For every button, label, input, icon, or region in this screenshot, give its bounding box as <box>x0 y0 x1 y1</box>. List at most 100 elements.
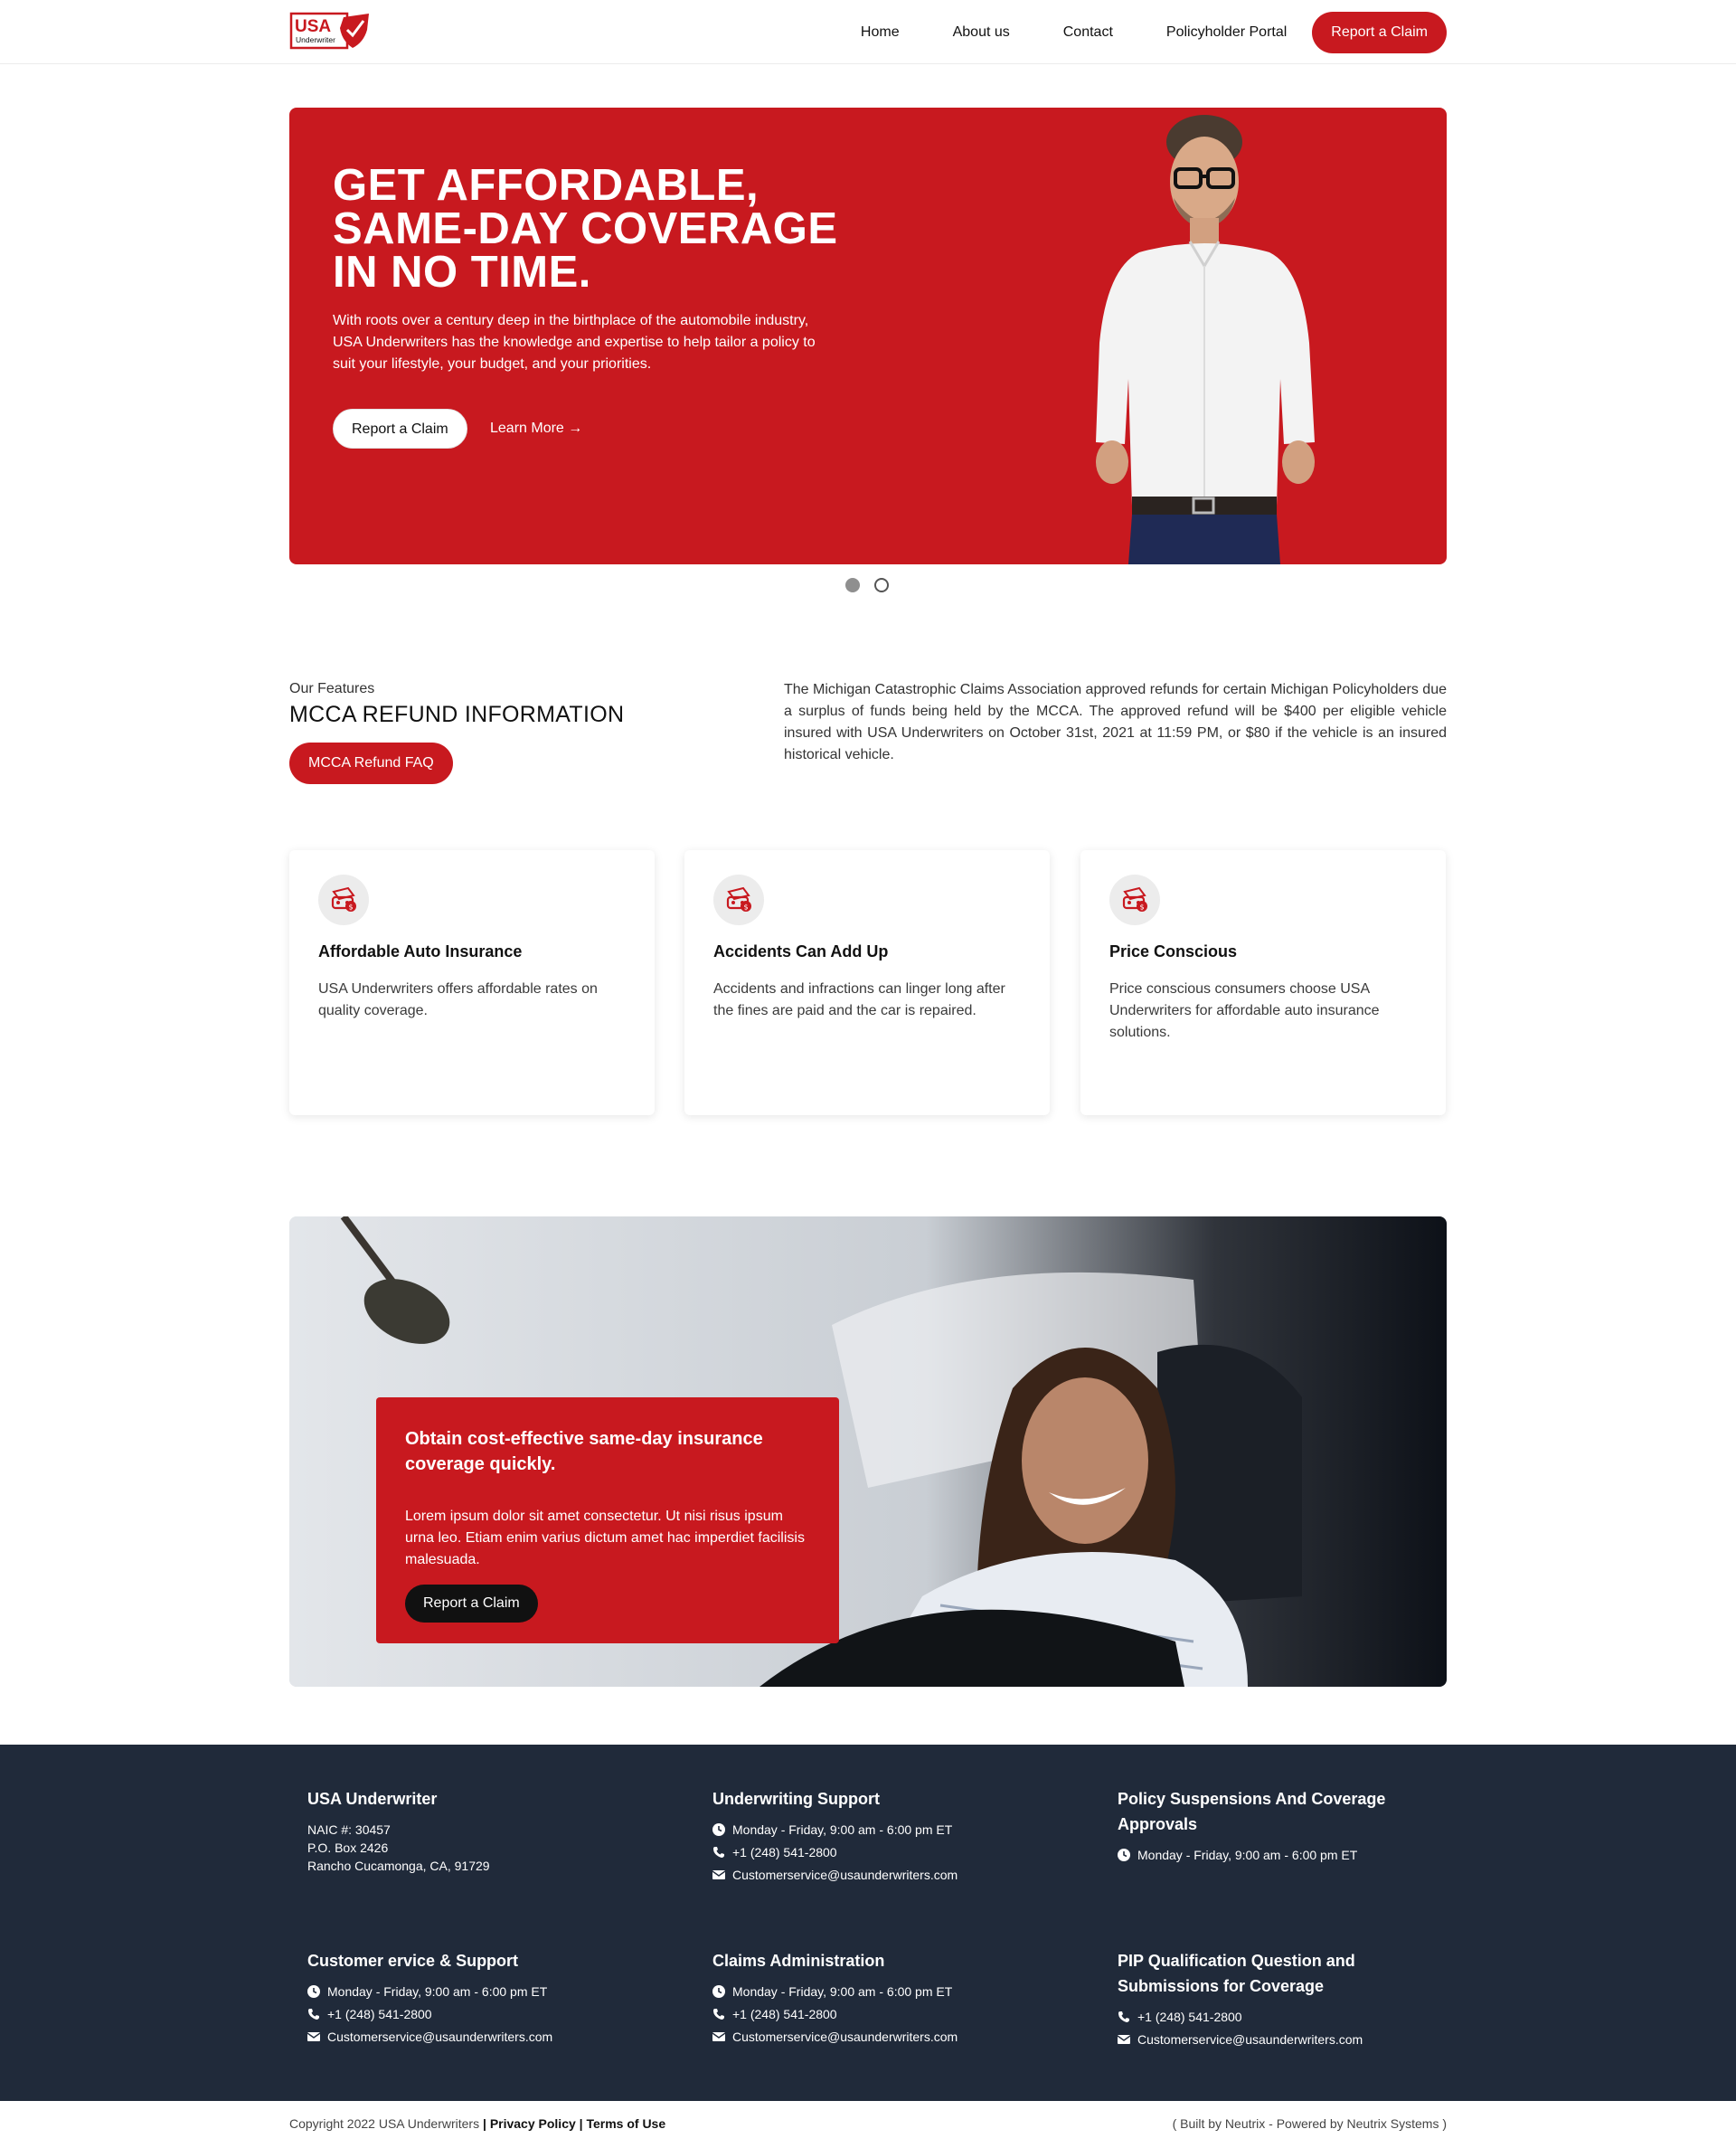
card-text: USA Underwriters offers affordable rates… <box>318 981 598 1018</box>
city-address: Rancho Cucamonga, CA, 91729 <box>307 1859 490 1873</box>
hero-man-photo <box>1096 115 1315 564</box>
driving-banner: Obtain cost-effective same-day insurance… <box>289 1216 1447 1687</box>
banner-card: Obtain cost-effective same-day insurance… <box>376 1397 839 1643</box>
footer-claims: Claims Administration Monday - Friday, 9… <box>712 1948 1002 2050</box>
email-line[interactable]: Customerservice@usaunderwriters.com <box>712 1866 1002 1884</box>
mcca-faq-button[interactable]: MCCA Refund FAQ <box>289 743 453 784</box>
hours-text: Monday - Friday, 9:00 am - 6:00 pm ET <box>732 1984 953 1999</box>
hero-learn-more-link[interactable]: Learn More → <box>490 409 582 449</box>
footer-heading: Customer ervice & Support <box>307 1952 519 1970</box>
logo-text: USA <box>295 17 331 36</box>
card-title: Accidents Can Add Up <box>713 942 889 960</box>
footer-heading: Policy Suspensions And Coverage Approval… <box>1118 1790 1386 1833</box>
email-text[interactable]: Customerservice@usaunderwriters.com <box>732 2028 958 2046</box>
clock-icon <box>712 1823 725 1836</box>
phone-line[interactable]: +1 (248) 541-2800 <box>1118 2008 1407 2026</box>
clock-icon <box>307 1985 320 1998</box>
hero-slide: GET AFFORDABLE, SAME-DAY COVERAGE IN NO … <box>289 108 1447 564</box>
logo-subtext: Underwriter <box>296 35 335 44</box>
copyright-text: Copyright 2022 USA Underwriters <box>289 2116 480 2131</box>
feature-card: $ Affordable Auto Insurance USA Underwri… <box>289 850 655 1115</box>
site-header: USA Underwriter Home About us Contact Po… <box>0 0 1736 64</box>
envelope-icon <box>712 1870 725 1879</box>
usa-underwriter-logo[interactable]: USA Underwriter <box>289 10 373 52</box>
email-line[interactable]: Customerservice@usaunderwriters.com <box>307 2028 597 2046</box>
banner-title: Obtain cost-effective same-day insurance… <box>405 1429 763 1474</box>
header-report-claim-button[interactable]: Report a Claim <box>1312 12 1447 53</box>
footer-company: USA Underwriter NAIC #: 30457 P.O. Box 2… <box>307 1786 597 1875</box>
terms-of-use-link[interactable]: Terms of Use <box>586 2116 665 2131</box>
features-eyebrow: Our Features <box>289 681 375 696</box>
envelope-icon <box>1118 2035 1130 2044</box>
car-money-icon: $ <box>318 875 369 925</box>
car-money-icon: $ <box>713 875 764 925</box>
card-text: Price conscious consumers choose USA Und… <box>1109 981 1380 1040</box>
car-money-icon: $ <box>1109 875 1160 925</box>
footer-pip: PIP Qualification Question and Submissio… <box>1118 1948 1407 2053</box>
banner-report-claim-button[interactable]: Report a Claim <box>405 1585 538 1623</box>
built-by-credit[interactable]: ( Built by Neutrix - Powered by Neutrix … <box>1173 2116 1447 2131</box>
phone-text[interactable]: +1 (248) 541-2800 <box>732 2005 837 2023</box>
nav-about[interactable]: About us <box>953 12 1010 53</box>
main-nav: Home About us Contact Policyholder Porta… <box>807 12 1447 53</box>
email-text[interactable]: Customerservice@usaunderwriters.com <box>327 2028 552 2046</box>
phone-text[interactable]: +1 (248) 541-2800 <box>1137 2008 1242 2026</box>
hero-carousel-dots <box>845 578 903 592</box>
hero-title-line: GET AFFORDABLE, <box>333 161 760 210</box>
po-box: P.O. Box 2426 <box>307 1840 389 1855</box>
hero-title-line: SAME-DAY COVERAGE <box>333 204 838 253</box>
hours-line: Monday - Friday, 9:00 am - 6:00 pm ET <box>307 1982 597 2001</box>
hero-report-claim-button[interactable]: Report a Claim <box>333 409 467 449</box>
footer-heading: USA Underwriter <box>307 1790 438 1808</box>
email-line[interactable]: Customerservice@usaunderwriters.com <box>712 2028 1002 2046</box>
naic-number: NAIC #: 30457 <box>307 1822 391 1837</box>
phone-line[interactable]: +1 (248) 541-2800 <box>712 1843 1002 1861</box>
hero-description: With roots over a century deep in the bi… <box>333 313 816 372</box>
hours-text: Monday - Friday, 9:00 am - 6:00 pm ET <box>1137 1848 1358 1862</box>
email-line[interactable]: Customerservice@usaunderwriters.com <box>1118 2030 1407 2049</box>
hours-line: Monday - Friday, 9:00 am - 6:00 pm ET <box>1118 1846 1407 1864</box>
carousel-dot-1[interactable] <box>845 578 860 592</box>
privacy-policy-link[interactable]: Privacy Policy <box>490 2116 576 2131</box>
phone-icon <box>308 2009 319 2020</box>
copyright-line: Copyright 2022 USA Underwriters | Privac… <box>289 2116 666 2131</box>
phone-icon <box>713 2009 724 2020</box>
phone-text[interactable]: +1 (248) 541-2800 <box>327 2005 432 2023</box>
email-text[interactable]: Customerservice@usaunderwriters.com <box>732 1866 958 1884</box>
phone-icon <box>713 1847 724 1858</box>
envelope-icon <box>712 2032 725 2041</box>
hours-text: Monday - Friday, 9:00 am - 6:00 pm ET <box>327 1984 548 1999</box>
card-title: Price Conscious <box>1109 942 1238 960</box>
hours-line: Monday - Friday, 9:00 am - 6:00 pm ET <box>712 1821 1002 1839</box>
nav-policyholder-portal[interactable]: Policyholder Portal <box>1166 12 1287 53</box>
hero-title-line: IN NO TIME. <box>333 248 591 297</box>
features-description: The Michigan Catastrophic Claims Associa… <box>784 682 1447 762</box>
phone-icon <box>1118 2011 1129 2022</box>
phone-line[interactable]: +1 (248) 541-2800 <box>307 2005 597 2023</box>
footer-customer-service: Customer ervice & Support Monday - Frida… <box>307 1948 597 2050</box>
feature-card: $ Price Conscious Price conscious consum… <box>1080 850 1446 1115</box>
hours-line: Monday - Friday, 9:00 am - 6:00 pm ET <box>712 1982 1002 2001</box>
phone-line[interactable]: +1 (248) 541-2800 <box>712 2005 1002 2023</box>
nav-home[interactable]: Home <box>861 12 900 53</box>
footer-heading: Claims Administration <box>712 1952 885 1970</box>
hours-text: Monday - Friday, 9:00 am - 6:00 pm ET <box>732 1822 953 1837</box>
clock-icon <box>1118 1849 1130 1861</box>
features-title: MCCA REFUND INFORMATION <box>289 702 625 727</box>
email-text[interactable]: Customerservice@usaunderwriters.com <box>1137 2030 1363 2049</box>
carousel-dot-2[interactable] <box>874 578 889 592</box>
svg-text:$: $ <box>1140 904 1145 912</box>
card-title: Affordable Auto Insurance <box>318 942 523 960</box>
footer-heading: Underwriting Support <box>712 1790 880 1808</box>
footer-heading: PIP Qualification Question and Submissio… <box>1118 1952 1355 1995</box>
phone-text[interactable]: +1 (248) 541-2800 <box>732 1843 837 1861</box>
bottom-bar: Copyright 2022 USA Underwriters | Privac… <box>0 2101 1736 2148</box>
site-footer: USA Underwriter NAIC #: 30457 P.O. Box 2… <box>0 1745 1736 2101</box>
banner-text: Lorem ipsum dolor sit amet consectetur. … <box>405 1509 805 1567</box>
envelope-icon <box>307 2032 320 2041</box>
svg-text:$: $ <box>349 904 354 912</box>
nav-contact[interactable]: Contact <box>1063 12 1113 53</box>
card-text: Accidents and infractions can linger lon… <box>713 981 1005 1018</box>
footer-underwriting: Underwriting Support Monday - Friday, 9:… <box>712 1786 1002 1888</box>
footer-suspensions: Policy Suspensions And Coverage Approval… <box>1118 1786 1407 1869</box>
